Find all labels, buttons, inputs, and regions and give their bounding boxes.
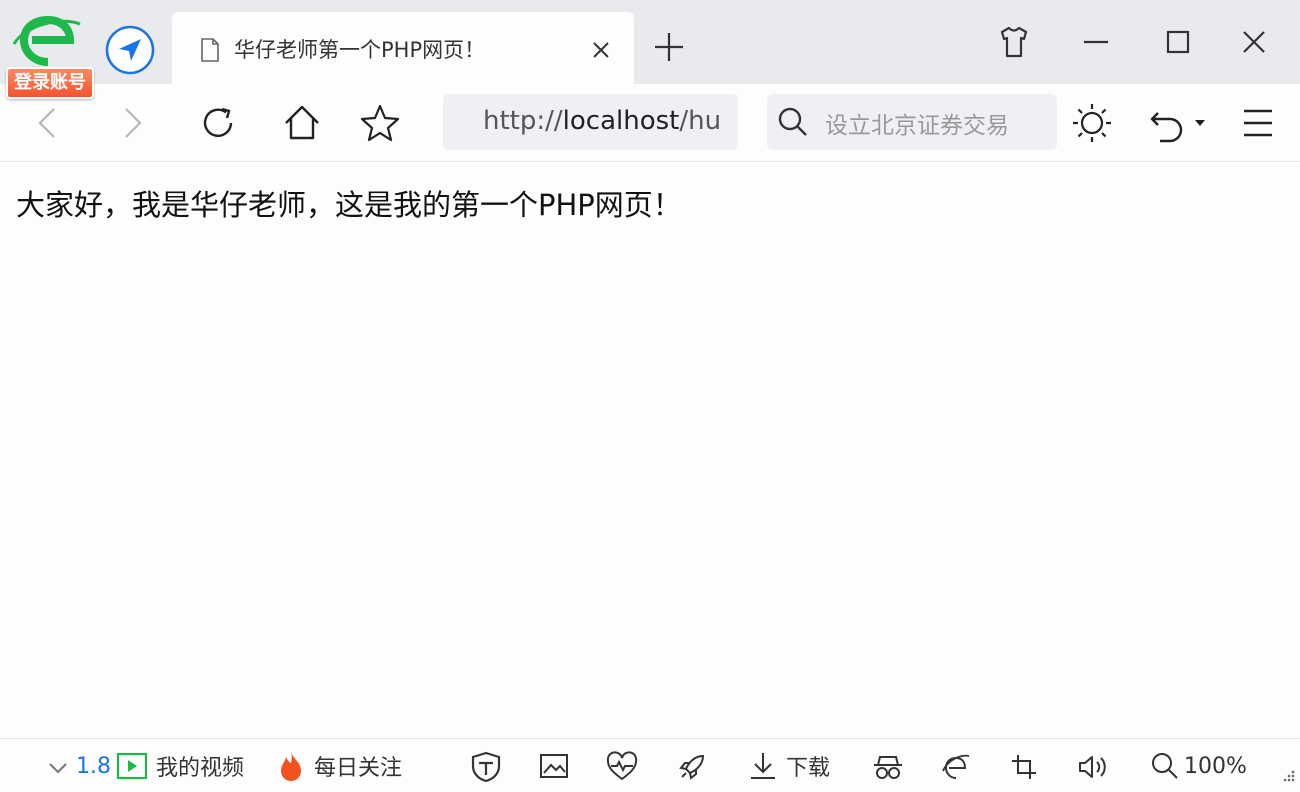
health-heart-icon[interactable] [606, 751, 638, 783]
favorite-star-icon[interactable] [360, 103, 400, 143]
page-content: 大家好，我是华仔老师，这是我的第一个PHP网页！ [0, 162, 1300, 738]
image-icon[interactable] [538, 751, 570, 783]
skin-shirt-icon[interactable] [994, 22, 1034, 62]
tab-title: 华仔老师第一个PHP网页！ [234, 38, 486, 62]
flame-icon [281, 752, 301, 781]
home-icon[interactable] [282, 103, 322, 143]
close-window-icon[interactable] [1234, 22, 1274, 62]
download-button[interactable]: 下载 [748, 749, 830, 783]
address-bar[interactable]: http://localhost/hu [443, 94, 738, 150]
my-video-label: 我的视频 [156, 756, 245, 781]
chevron-down-icon[interactable] [44, 751, 72, 783]
minimize-icon[interactable] [1076, 22, 1116, 62]
zoom-control[interactable]: 100% [1150, 749, 1247, 783]
forward-icon[interactable] [112, 103, 152, 143]
back-icon[interactable] [28, 103, 68, 143]
my-video-button[interactable]: 我的视频 [116, 749, 244, 783]
daily-follow-label: 每日关注 [314, 756, 403, 781]
page-doc-icon [201, 38, 219, 62]
speed-indicator[interactable]: 1.8 [76, 749, 111, 783]
title-bar: 登录账号 华仔老师第一个PHP网页！ [0, 0, 1300, 99]
rocket-icon[interactable] [676, 751, 708, 783]
active-tab[interactable]: 华仔老师第一个PHP网页！ [172, 12, 634, 84]
daily-follow-button[interactable]: 每日关注 [276, 749, 402, 783]
ie-compat-icon[interactable] [940, 751, 972, 783]
toolbar: http://localhost/hu 设立北京证券交易 [0, 84, 1300, 162]
zoom-level: 100% [1184, 753, 1247, 779]
browser-e-icon [12, 15, 81, 66]
download-label: 下载 [786, 756, 831, 781]
brightness-sun-icon[interactable] [1072, 103, 1112, 143]
zoom-magnifier-icon [1152, 753, 1178, 779]
login-badge[interactable]: 登录账号 [6, 67, 94, 99]
screenshot-icon[interactable] [1008, 751, 1040, 783]
page-message: 大家好，我是华仔老师，这是我的第一个PHP网页！ [16, 188, 682, 222]
volume-icon[interactable] [1076, 751, 1108, 783]
new-tab-plus-icon[interactable] [652, 30, 686, 64]
search-placeholder: 设立北京证券交易 [825, 113, 1009, 139]
close-tab-icon[interactable] [590, 39, 612, 61]
resize-grip-icon[interactable] [1280, 769, 1296, 785]
refresh-icon[interactable] [198, 103, 238, 143]
browser-logo[interactable]: 登录账号 [6, 14, 94, 100]
navigation-compass-icon[interactable] [104, 24, 156, 76]
incognito-icon[interactable] [872, 751, 904, 783]
download-icon [751, 753, 775, 779]
search-icon [778, 107, 807, 136]
security-shield-icon[interactable] [470, 751, 502, 783]
undo-dropdown-icon[interactable] [1148, 103, 1212, 143]
video-play-icon [116, 752, 148, 780]
address-url: http://localhost/hu [483, 106, 722, 136]
search-box[interactable]: 设立北京证券交易 [767, 94, 1057, 150]
status-bar: 1.8 我的视频 每日关注 下载 100% [0, 738, 1300, 792]
maximize-icon[interactable] [1158, 22, 1198, 62]
menu-icon[interactable] [1238, 103, 1278, 143]
